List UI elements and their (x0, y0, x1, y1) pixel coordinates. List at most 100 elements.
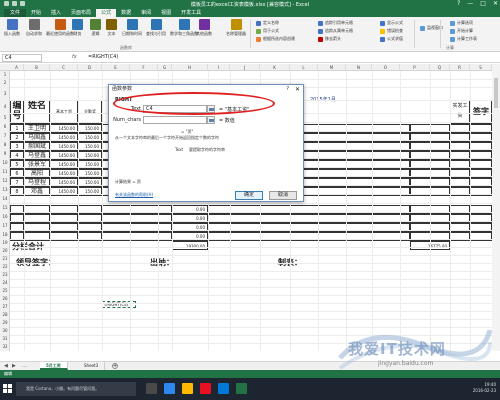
column-header-H[interactable]: H (172, 64, 208, 71)
close-button[interactable]: ✕ (493, 0, 498, 8)
row-header-13[interactable]: 13 (0, 185, 10, 194)
tab-4[interactable]: 公式 (96, 9, 117, 17)
ribbon-small-button-6[interactable]: 显示公式 (380, 20, 403, 26)
row-header-11[interactable]: 11 (0, 167, 10, 176)
row-header-27[interactable]: 27 (0, 303, 10, 311)
column-header-R[interactable]: R (450, 64, 470, 71)
name-box[interactable]: C4 (2, 54, 42, 62)
tab-sheet-may-salary[interactable]: 5月工资 (40, 362, 68, 370)
tab-5[interactable]: 数据 (116, 9, 136, 17)
row-header-8[interactable]: 8 (0, 140, 10, 149)
tab-6[interactable]: 审阅 (136, 9, 156, 17)
ribbon-small-button-0[interactable]: 定义名称 (256, 20, 279, 26)
row-header-28[interactable]: 28 (0, 311, 10, 319)
add-sheet-button[interactable]: + (112, 363, 118, 369)
ribbon-button-6[interactable]: 日期和时间 (122, 19, 142, 37)
row-header-18[interactable]: 18 (0, 230, 10, 239)
row-header-5[interactable]: 5 (0, 113, 10, 122)
tab-1[interactable]: 开始 (26, 9, 46, 17)
dialog-close-icon[interactable]: ✕ (295, 86, 300, 93)
column-header-B[interactable]: B (24, 64, 50, 71)
row-header-2[interactable]: 2 (0, 79, 10, 87)
ribbon-small-button-5[interactable]: 移去箭头 (318, 36, 341, 42)
row-header-14[interactable]: 14 (0, 194, 10, 203)
column-header-K[interactable]: K (260, 64, 290, 71)
row-header-21[interactable]: 21 (0, 255, 10, 263)
formula-input[interactable]: =RIGHT(C4) (86, 54, 496, 62)
row-header-16[interactable]: 16 (0, 212, 10, 221)
row-header-22[interactable]: 22 (0, 263, 10, 271)
ribbon-button-1[interactable]: 自动求和 (26, 19, 42, 37)
taskbar-app-icon-4[interactable] (218, 383, 229, 394)
system-clock[interactable]: 19:40 2016-02-23 (473, 382, 496, 394)
maximize-button[interactable]: □ (480, 0, 486, 8)
scroll-thumb[interactable] (494, 78, 498, 108)
ok-button[interactable]: 确定 (235, 191, 263, 200)
column-header-L[interactable]: L (290, 64, 318, 71)
more-sheets-icon[interactable]: … (22, 363, 27, 369)
column-header-A[interactable]: A (10, 64, 24, 71)
ribbon-button-2[interactable]: 最近使用的函数 (46, 19, 74, 37)
help-button[interactable]: ? (457, 0, 460, 8)
row-header-7[interactable]: 7 (0, 131, 10, 140)
ribbon-button-3[interactable]: 财务 (72, 19, 83, 37)
ribbon-button-8[interactable]: 数学和三角函数 (170, 19, 198, 37)
ribbon-small-button-7[interactable]: 错误检查 (380, 28, 403, 34)
taskbar-app-icon-2[interactable] (182, 383, 193, 394)
row-header-19[interactable]: 19 (0, 239, 10, 247)
row-header-15[interactable]: 15 (0, 203, 10, 212)
row-header-17[interactable]: 17 (0, 221, 10, 230)
ribbon-small-button-1[interactable]: 用于公式 (256, 28, 279, 34)
column-header-C[interactable]: C (50, 64, 78, 71)
ribbon-small-button-8[interactable]: 公式求值 (380, 36, 403, 42)
column-header-P[interactable]: P (400, 64, 430, 71)
row-header-6[interactable]: 6 (0, 122, 10, 131)
cancel-button[interactable]: 取消 (269, 191, 297, 200)
collapse-dialog-icon-2[interactable] (207, 116, 215, 124)
next-sheet-icon[interactable]: ▶ (12, 363, 16, 369)
row-header-1[interactable]: 1 (0, 71, 10, 79)
column-header-S[interactable]: S (470, 64, 492, 71)
tab-3[interactable]: 页面布局 (66, 9, 96, 17)
tab-8[interactable]: 开发工具 (176, 9, 206, 17)
vertical-scrollbar[interactable] (492, 64, 500, 351)
ribbon-button-7[interactable]: 查找与引用 (146, 19, 166, 37)
row-header-30[interactable]: 30 (0, 327, 10, 335)
column-header-D[interactable]: D (78, 64, 102, 71)
ribbon-button-5[interactable]: 文本 (106, 19, 117, 37)
row-header-26[interactable]: 26 (0, 295, 10, 303)
minimize-button[interactable]: — (467, 0, 473, 8)
ribbon-small-button-10[interactable]: 计算选项 (450, 20, 473, 26)
prev-sheet-icon[interactable]: ◀ (4, 363, 8, 369)
row-header-12[interactable]: 12 (0, 176, 10, 185)
taskbar-app-icon-3[interactable] (200, 383, 211, 394)
column-header-E[interactable]: E (102, 64, 130, 71)
column-header-Q[interactable]: Q (430, 64, 450, 71)
column-header-N[interactable]: N (346, 64, 372, 71)
column-header-J[interactable]: J (230, 64, 260, 71)
row-header-29[interactable]: 29 (0, 319, 10, 327)
column-header-F[interactable]: F (130, 64, 158, 71)
column-header-G[interactable]: G (158, 64, 172, 71)
dialog-help-icon[interactable]: ? (286, 86, 289, 92)
ribbon-small-button-12[interactable]: 计算工作表 (450, 36, 477, 42)
taskbar-app-icon-1[interactable] (164, 383, 175, 394)
tab-7[interactable]: 视图 (156, 9, 176, 17)
ribbon-small-button-11[interactable]: 开始计算 (450, 28, 473, 34)
arg-numchars-input[interactable] (143, 116, 207, 124)
tab-2[interactable]: 插入 (46, 9, 66, 17)
column-header-M[interactable]: M (318, 64, 346, 71)
taskbar-app-icon-5[interactable] (236, 383, 247, 394)
taskbar-app-icon-0[interactable] (146, 383, 157, 394)
row-header-23[interactable]: 23 (0, 271, 10, 279)
column-header-I[interactable]: I (208, 64, 230, 71)
ribbon-button-0[interactable]: 插入函数 (4, 19, 20, 37)
row-header-24[interactable]: 24 (0, 279, 10, 287)
row-header-20[interactable]: 20 (0, 247, 10, 255)
ribbon-button-4[interactable]: 逻辑 (90, 19, 101, 37)
cortana-search-box[interactable]: 我是 Cortana，小娜。有问题尽管问我。 (16, 382, 136, 396)
windows-start-icon[interactable] (3, 384, 12, 393)
row-header-4[interactable]: 4 (0, 100, 10, 113)
row-header-3[interactable]: 3 (0, 87, 10, 100)
ribbon-small-button-2[interactable]: 根据所选内容创建 (256, 36, 295, 42)
